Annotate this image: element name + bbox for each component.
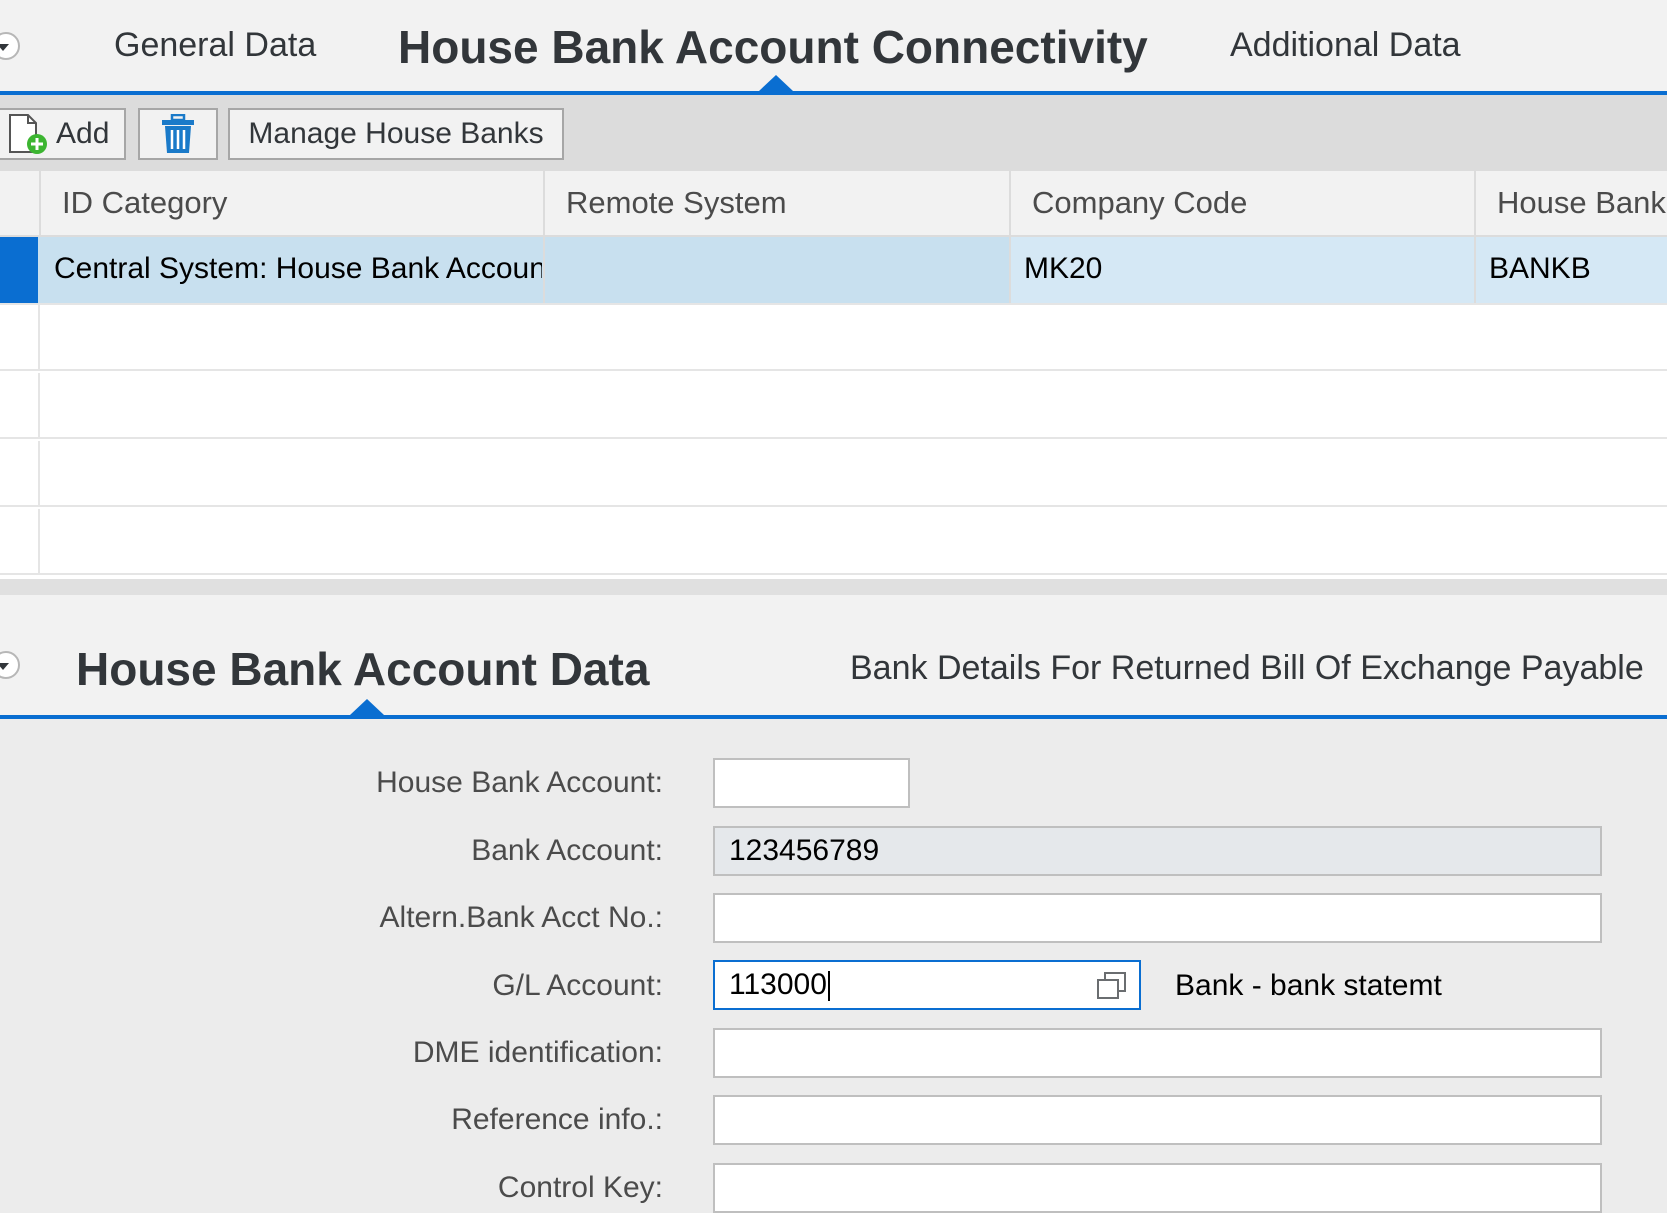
active-tab-indicator bbox=[759, 75, 793, 91]
row-selector[interactable] bbox=[0, 441, 40, 505]
tab-additional-data[interactable]: Additional Data bbox=[1230, 26, 1461, 65]
dme-identification-input[interactable] bbox=[713, 1028, 1602, 1078]
table-toolbar: Add Manage House Banks bbox=[0, 95, 1667, 171]
collapse-chevron-down-icon[interactable] bbox=[0, 651, 20, 679]
column-header-house-bank[interactable]: House Bank bbox=[1497, 171, 1667, 235]
add-button-label: Add bbox=[56, 117, 110, 150]
house-bank-account-label: House Bank Account: bbox=[376, 766, 663, 799]
altern-bank-acct-label: Altern.Bank Acct No.: bbox=[379, 901, 663, 934]
altern-bank-acct-input[interactable] bbox=[713, 893, 1602, 943]
account-data-tab-bar: House Bank Account Data Bank Details For… bbox=[0, 595, 1667, 719]
add-document-icon bbox=[9, 114, 47, 154]
bank-account-field[interactable]: 123456789 bbox=[713, 826, 1602, 876]
row-selector[interactable] bbox=[0, 373, 40, 437]
table-row-empty[interactable] bbox=[0, 509, 1667, 575]
cell-company-code[interactable]: MK20 bbox=[1024, 237, 1464, 301]
control-key-label: Control Key: bbox=[497, 1171, 663, 1204]
row-selector[interactable] bbox=[0, 305, 40, 369]
manage-house-banks-button[interactable]: Manage House Banks bbox=[228, 108, 564, 160]
table-row-empty[interactable] bbox=[0, 373, 1667, 439]
column-header-company-code[interactable]: Company Code bbox=[1032, 171, 1462, 235]
bank-account-label: Bank Account: bbox=[471, 834, 663, 867]
dme-identification-label: DME identification: bbox=[412, 1036, 663, 1069]
top-tab-bar: General Data House Bank Account Connecti… bbox=[0, 0, 1667, 95]
control-key-input[interactable] bbox=[713, 1163, 1602, 1213]
trash-icon bbox=[162, 114, 194, 153]
tab-house-bank-account-connectivity[interactable]: House Bank Account Connectivity bbox=[398, 20, 1148, 74]
house-bank-connectivity-table: ID Category Remote System Company Code H… bbox=[0, 171, 1667, 579]
collapse-chevron-down-icon[interactable] bbox=[0, 32, 20, 60]
row-selector[interactable] bbox=[0, 509, 40, 573]
gl-account-value: 113000 bbox=[729, 968, 827, 1001]
gl-account-label: G/L Account: bbox=[492, 969, 663, 1002]
section-divider bbox=[0, 579, 1667, 595]
column-header-remote-system[interactable]: Remote System bbox=[566, 171, 1006, 235]
table-row-empty[interactable] bbox=[0, 441, 1667, 507]
tab-bank-details-returned-bill[interactable]: Bank Details For Returned Bill Of Exchan… bbox=[850, 649, 1644, 688]
gl-account-description: Bank - bank statemt bbox=[1175, 969, 1442, 1002]
column-header-id-category[interactable]: ID Category bbox=[62, 171, 542, 235]
tab-house-bank-account-data[interactable]: House Bank Account Data bbox=[76, 642, 649, 696]
reference-info-label: Reference info.: bbox=[451, 1103, 663, 1136]
active-tab-indicator bbox=[350, 699, 384, 715]
reference-info-input[interactable] bbox=[713, 1095, 1602, 1145]
house-bank-account-input[interactable] bbox=[713, 758, 910, 808]
table-row-empty[interactable] bbox=[0, 305, 1667, 371]
tab-general-data[interactable]: General Data bbox=[114, 26, 316, 65]
gl-account-input[interactable]: 113000 bbox=[713, 960, 1141, 1010]
value-help-icon[interactable] bbox=[1095, 971, 1129, 1001]
cell-id-category[interactable]: Central System: House Bank Account bbox=[54, 237, 542, 301]
select-all-cell[interactable] bbox=[0, 171, 40, 235]
add-button[interactable]: Add bbox=[0, 108, 126, 160]
table-header: ID Category Remote System Company Code H… bbox=[0, 171, 1667, 237]
row-selector-selected[interactable] bbox=[0, 237, 38, 303]
table-row-selected[interactable]: Central System: House Bank Account MK20 … bbox=[0, 237, 1667, 305]
delete-button[interactable] bbox=[138, 108, 218, 160]
cell-house-bank[interactable]: BANKB bbox=[1489, 237, 1659, 301]
text-cursor bbox=[827, 971, 830, 1002]
